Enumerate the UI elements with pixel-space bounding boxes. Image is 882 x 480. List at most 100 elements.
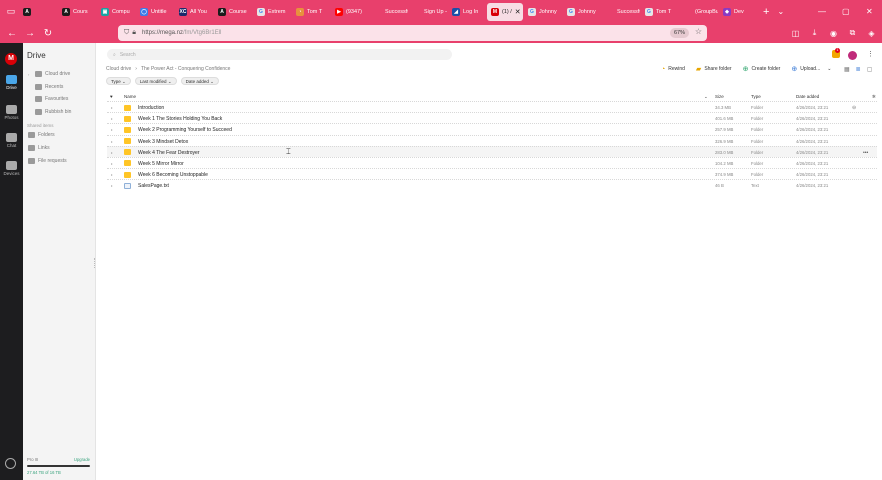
file-name[interactable]: Week 3 Mindset Detox <box>138 139 188 145</box>
table-row[interactable]: • Week 5 Mirror Mirror 104.2 MB Folder 4/26/… <box>107 156 877 168</box>
account-icon[interactable]: ◉ <box>824 29 843 38</box>
close-window-button[interactable]: ✕ <box>866 0 873 23</box>
breadcrumb-item[interactable]: The Power Act - Conquering Confidence <box>141 66 231 72</box>
settings-icon[interactable] <box>5 458 16 469</box>
browser-tab[interactable]: Successfulu <box>370 3 408 21</box>
bookmark-star-icon[interactable]: ☆ <box>695 27 702 36</box>
close-tab-icon[interactable]: ✕ <box>515 8 521 16</box>
browser-tab[interactable]: A Cours <box>58 3 96 21</box>
reload-button[interactable]: ↻ <box>39 28 57 39</box>
minimize-button[interactable]: — <box>818 0 826 23</box>
file-name[interactable]: SalesPage.txt <box>138 183 169 189</box>
column-size[interactable]: Size <box>715 94 724 99</box>
browser-tab[interactable]: A Course <box>214 3 252 21</box>
rail-item-photos[interactable]: Photos <box>0 105 23 120</box>
favourite-dot-icon[interactable]: • <box>111 116 112 121</box>
sidebar-item-favourites[interactable]: Favourites <box>28 96 68 102</box>
upload-button[interactable]: ⊕ Upload... ⌄ <box>791 65 831 73</box>
favourite-dot-icon[interactable]: • <box>111 139 112 144</box>
new-tab-button[interactable]: + <box>763 6 769 18</box>
rail-item-drive[interactable]: Drive <box>0 75 23 90</box>
sort-arrow-icon[interactable]: ⌄ <box>704 94 708 100</box>
favourite-column-icon[interactable]: ♥ <box>110 94 113 99</box>
storage-widget[interactable]: Pro III Upgrade 27.64 TB of 16 TB <box>27 457 90 475</box>
file-name[interactable]: Week 1 The Stories Holding You Back <box>138 116 222 122</box>
browser-tab[interactable]: G Johnny <box>563 3 601 21</box>
browser-tab[interactable]: ▶ (9347) <box>331 3 369 21</box>
sidebar-item-links[interactable]: Links <box>28 145 50 151</box>
sidebar-item-file-requests[interactable]: File requests <box>28 158 67 164</box>
sidebar-item-folders[interactable]: Folders <box>28 132 55 138</box>
browser-tab[interactable]: ◢ Log In <box>448 3 486 21</box>
more-options-icon[interactable]: ••• <box>863 150 868 156</box>
column-date-added[interactable]: Date added <box>796 94 819 99</box>
favourite-dot-icon[interactable]: • <box>111 172 112 177</box>
url-text[interactable]: https://mega.nz/fm/Vtg6Br1Ell <box>142 30 221 36</box>
browser-tab[interactable]: XC All You <box>175 3 213 21</box>
search-input[interactable]: ⌕ Search <box>107 49 452 60</box>
rail-item-devices[interactable]: Devices <box>0 161 23 176</box>
browser-tab[interactable]: M (1) / ✕ <box>487 2 523 21</box>
table-row[interactable]: • SalesPage.txt 46 B Text 4/26/2024, 23:21 <box>107 179 877 190</box>
file-name[interactable]: Introduction <box>138 105 164 111</box>
column-type[interactable]: Type <box>751 94 761 99</box>
download-icon[interactable]: ⤓ <box>805 28 824 38</box>
favourite-dot-icon[interactable]: • <box>111 161 112 166</box>
column-settings-icon[interactable]: ✲ <box>872 94 876 100</box>
share-folder-button[interactable]: ▰ Share folder <box>696 65 732 73</box>
pocket-icon[interactable]: ◫ <box>786 29 805 38</box>
browser-tab[interactable]: ◔ Tom T <box>292 3 330 21</box>
favourite-dot-icon[interactable]: • <box>111 150 112 155</box>
upgrade-link[interactable]: Upgrade <box>74 457 90 462</box>
browser-tab[interactable]: G Extrem <box>253 3 291 21</box>
table-row[interactable]: • Week 6 Becoming Unstoppable 374.9 MB Fold… <box>107 168 877 179</box>
table-row[interactable]: • Week 2 Programming Yourself to Succeed 2… <box>107 123 877 134</box>
sidebar-item-cloud-drive[interactable]: › Cloud drive <box>28 71 70 77</box>
tab-list-icon[interactable]: ▭ <box>4 5 18 19</box>
browser-tab[interactable]: ▣ Compu <box>97 3 135 21</box>
extensions-icon[interactable]: ⧉ <box>843 28 862 38</box>
file-name[interactable]: Week 4 The Fear Destroyer <box>138 150 200 156</box>
browser-tab[interactable]: G Tom T <box>641 3 679 21</box>
chevron-down-icon[interactable]: ⌄ <box>777 7 784 16</box>
table-row[interactable]: • Introduction 34.3 MB Folder 4/26/2024, 23:… <box>107 101 877 112</box>
browser-tab[interactable]: A <box>19 3 57 21</box>
link-icon[interactable]: ⊖ <box>852 105 856 111</box>
grid-view-icon[interactable]: ▦ <box>844 66 850 73</box>
info-panel-icon[interactable]: ▢ <box>867 66 873 73</box>
lock-icon[interactable]: 🔒︎ <box>132 29 136 37</box>
maximize-button[interactable]: ▢ <box>842 0 850 23</box>
browser-tab[interactable]: Successfulu <box>602 3 640 21</box>
filter-date-added[interactable]: Date added ⌄ <box>180 77 219 85</box>
rail-item-chat[interactable]: Chat <box>0 133 23 148</box>
forward-button[interactable]: → <box>21 28 39 39</box>
filter-last-modified[interactable]: Last modified ⌄ <box>134 77 177 85</box>
file-name[interactable]: Week 6 Becoming Unstoppable <box>138 172 208 178</box>
favourite-dot-icon[interactable]: • <box>111 105 112 110</box>
browser-tab[interactable]: (GroupBuy) <box>680 3 718 21</box>
table-row[interactable]: • Week 3 Mindset Detox 326.9 MB Folder 4/26/… <box>107 134 877 146</box>
breadcrumb-item[interactable]: Cloud drive <box>106 66 131 72</box>
favourite-dot-icon[interactable]: • <box>111 183 112 188</box>
column-name[interactable]: Name <box>124 94 136 99</box>
browser-tab[interactable]: ◆ Dev <box>719 3 757 21</box>
avatar[interactable] <box>848 51 857 60</box>
more-menu-icon[interactable]: ⋮ <box>867 50 874 58</box>
shield-icon[interactable]: ⛉ <box>124 29 129 37</box>
rewind-button[interactable]: ◔ Rewind <box>661 65 685 73</box>
filter-type[interactable]: Type ⌄ <box>106 77 131 85</box>
browser-tab[interactable]: G Johnny <box>524 3 562 21</box>
file-name[interactable]: Week 5 Mirror Mirror <box>138 161 184 167</box>
sidebar-item-rubbish-bin[interactable]: Rubbish bin <box>28 108 71 115</box>
mega-logo[interactable]: M <box>5 53 17 65</box>
sidebar-item-recents[interactable]: Recents <box>28 83 63 90</box>
create-folder-button[interactable]: ⊕ Create folder <box>743 65 781 73</box>
table-row[interactable]: • Week 1 The Stories Holding You Back 401.… <box>107 112 877 123</box>
favourite-dot-icon[interactable]: • <box>111 127 112 132</box>
zoom-level[interactable]: 67% <box>669 28 689 38</box>
browser-tab[interactable]: ◯ Untitle <box>136 3 174 21</box>
table-row[interactable]: • Week 4 The Fear Destroyer 283.0 MB Folder… <box>107 145 877 157</box>
back-button[interactable]: ← <box>3 28 21 39</box>
list-view-icon[interactable]: ≣ <box>856 66 861 73</box>
address-bar[interactable]: ⛉ 🔒︎ https://mega.nz/fm/Vtg6Br1Ell 67% ☆ <box>118 25 707 41</box>
